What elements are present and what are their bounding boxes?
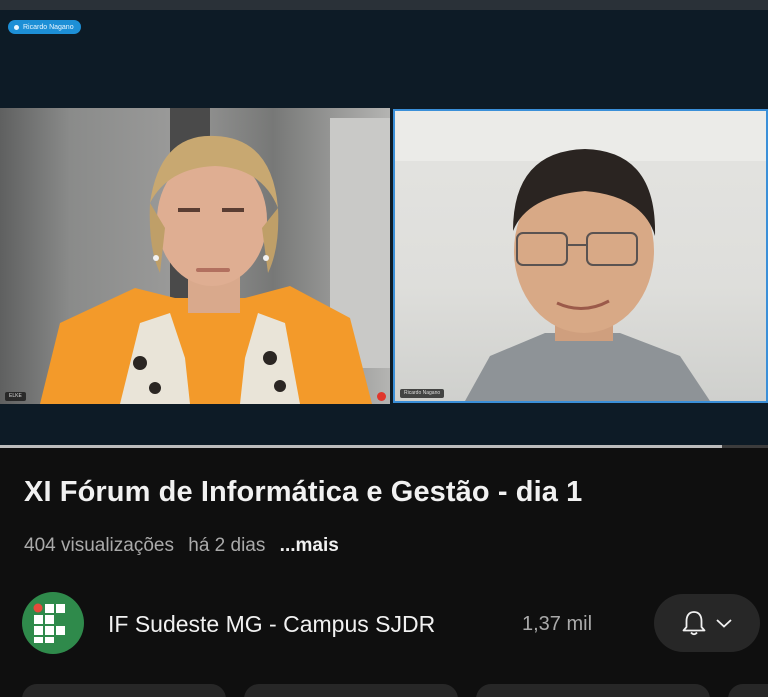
action-chip[interactable] [244, 684, 458, 697]
video-title: XI Fórum de Informática e Gestão - dia 1 [24, 476, 583, 508]
speaker-indicator-icon [14, 24, 19, 30]
progress-bar[interactable] [0, 445, 768, 448]
participant-name-tag: Ricardo Nagano [400, 389, 445, 398]
subscriber-count: 1,37 mil [522, 613, 593, 635]
more-button[interactable]: ...mais [280, 535, 339, 556]
video-player[interactable]: Ricardo Nagano ELKE Ricardo Nagano [0, 10, 768, 448]
action-chip[interactable] [22, 684, 226, 697]
progress-bar-fill [0, 445, 722, 448]
active-speaker-pill: Ricardo Nagano [8, 20, 81, 34]
participant-video-elke [40, 108, 390, 404]
chevron-down-icon [716, 619, 732, 628]
action-chip[interactable] [728, 684, 768, 697]
participant-name-tag: ELKE [5, 392, 26, 401]
notifications-button[interactable] [654, 594, 760, 652]
participant-video-ricardo [395, 111, 766, 401]
if-logo-icon [33, 603, 65, 643]
upload-age: há 2 dias [188, 535, 266, 556]
channel-row: IF Sudeste MG - Campus SJDR 1,37 mil [22, 592, 762, 654]
view-count: 404 visualizações [24, 535, 174, 556]
channel-name[interactable]: IF Sudeste MG - Campus SJDR [108, 611, 435, 638]
video-meta: 404 visualizações há 2 dias ...mais [24, 535, 348, 557]
active-speaker-name: Ricardo Nagano [23, 23, 74, 31]
top-edge [0, 0, 768, 10]
participant-tile-ricardo[interactable]: Ricardo Nagano [393, 109, 768, 403]
participant-tile-elke[interactable]: ELKE [0, 108, 390, 404]
action-chip[interactable] [476, 684, 710, 697]
bell-icon [682, 611, 706, 636]
channel-avatar[interactable] [22, 592, 84, 654]
mic-muted-icon [377, 392, 386, 401]
